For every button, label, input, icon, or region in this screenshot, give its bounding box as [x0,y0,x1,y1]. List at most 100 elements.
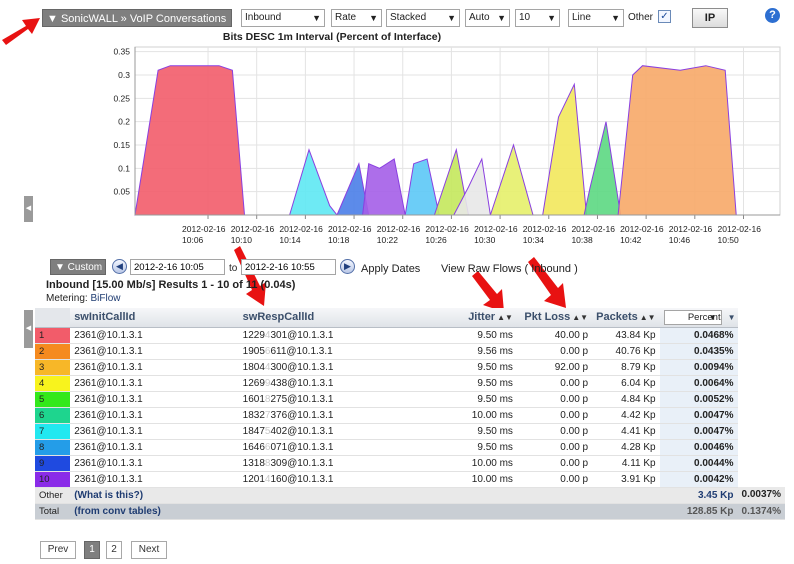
percent-cell: 0.0044% [659,455,738,472]
percent-select[interactable]: Percent ▼ [663,309,722,325]
apply-dates-link[interactable]: Apply Dates [361,263,420,275]
table-row[interactable]: 9 2361@10.1.3.1 13188309@10.1.3.1 10.00 ms 0… [35,455,785,472]
resp-call-id-suffix: 611@10.1.3.1 [270,345,333,357]
jitter-label: Jitter [468,311,496,324]
metering-label: Metering: [46,293,88,304]
packets-cell: 40.76 Kp [592,343,660,360]
what-is-this-link[interactable]: (What is this?) [70,487,593,504]
resp-call-id-cell[interactable]: 16466071@10.1.3.1 [238,439,446,456]
rank-cell: 4 [35,375,71,392]
page-button-1[interactable]: 1 [84,541,100,559]
x-tick-date: 2012-02-16 [571,224,615,234]
percent-cell: 0.0094% [659,359,738,376]
column-header-pkt-loss[interactable]: Pkt Loss ▲▼ [516,308,593,328]
column-header-init[interactable]: swInitCallId [70,308,239,328]
table-row[interactable]: 5 2361@10.1.3.1 16018275@10.1.3.1 9.50 ms 0.… [35,391,785,408]
pkt-loss-cell: 0.00 p [516,439,593,456]
page-button-2[interactable]: 2 [106,541,122,559]
column-header-jitter[interactable]: Jitter ▲▼ [445,308,517,328]
percent-cell: 0.0047% [659,423,738,440]
resp-call-id-cell[interactable]: 13188309@10.1.3.1 [238,455,446,472]
packets-cell: 3.91 Kp [592,471,660,488]
resp-call-id-prefix: 1847 [242,425,265,437]
table-row[interactable]: 3 2361@10.1.3.1 18044300@10.1.3.1 9.50 ms 92… [35,359,785,376]
init-call-id-cell[interactable]: 2361@10.1.3.1 [70,359,239,376]
resp-call-id-cell[interactable]: 12294301@10.1.3.1 [238,327,446,344]
x-tick-date: 2012-02-16 [620,224,664,234]
init-call-id-cell[interactable]: 2361@10.1.3.1 [70,407,239,424]
x-tick-time: 10:30 [474,235,496,245]
jitter-cell: 9.50 ms [445,359,517,376]
jitter-cell: 9.50 ms [445,423,517,440]
pkt-loss-cell: 0.00 p [516,455,593,472]
to-label: to [229,263,238,274]
packets-cell: 43.84 Kp [592,327,660,344]
view-raw-flows-link[interactable]: View Raw Flows ( Inbound ) [441,263,578,275]
resp-call-id-cell[interactable]: 16018275@10.1.3.1 [238,391,446,408]
resp-call-id-cell[interactable]: 12014160@10.1.3.1 [238,471,446,488]
chevron-left-icon: ◀ [25,205,32,212]
table-row[interactable]: 2 2361@10.1.3.1 19056611@10.1.3.1 9.56 ms 0.… [35,343,785,360]
jitter-cell: 10.00 ms [445,471,517,488]
percent-cell: 0.0435% [659,343,738,360]
start-date-input[interactable] [130,259,225,275]
chevron-right-icon: ▶ [344,261,351,271]
chevron-down-icon: ▼ [708,312,717,322]
sort-icon: ▲▼ [497,313,513,323]
resp-call-id-cell[interactable]: 19056611@10.1.3.1 [238,343,446,360]
resp-call-id-cell[interactable]: 18475402@10.1.3.1 [238,423,446,440]
x-tick-date: 2012-02-16 [328,224,372,234]
time-range-menu[interactable]: ▼ Custom [50,259,106,275]
sidebar-toggle[interactable]: ◀ [24,310,33,348]
packets-cell: 4.41 Kp [592,423,660,440]
column-header-resp[interactable]: swRespCallId [238,308,446,328]
x-tick-time: 10:14 [279,235,301,245]
x-tick-date: 2012-02-16 [279,224,323,234]
table-row[interactable]: 6 2361@10.1.3.1 18327376@10.1.3.1 10.00 ms 0… [35,407,785,424]
init-call-id-cell[interactable]: 2361@10.1.3.1 [70,327,239,344]
table-row[interactable]: 7 2361@10.1.3.1 18475402@10.1.3.1 9.50 ms 0.… [35,423,785,440]
resp-call-id-prefix: 1905 [242,345,265,357]
resp-call-id-suffix: 301@10.1.3.1 [270,329,334,341]
resp-call-id-cell[interactable]: 12699438@10.1.3.1 [238,375,446,392]
packets-label: Packets [596,311,638,324]
end-date-input[interactable] [241,259,336,275]
results-summary: Inbound [15.00 Mb/s] Results 1 - 10 of 1… [46,279,296,291]
column-header-packets[interactable]: Packets ▲▼ [592,308,660,328]
x-tick-time: 10:34 [523,235,545,245]
packets-cell: 4.11 Kp [592,455,660,472]
init-call-id-cell[interactable]: 2361@10.1.3.1 [70,471,239,488]
sidebar-toggle[interactable]: ◀ [24,196,33,222]
prev-page-button[interactable]: Prev [40,541,76,559]
x-tick-date: 2012-02-16 [182,224,226,234]
resp-call-id-suffix: 275@10.1.3.1 [270,393,334,405]
chevron-down-icon[interactable]: ▼ [728,313,736,322]
x-tick-time: 10:18 [328,235,350,245]
jitter-cell: 10.00 ms [445,407,517,424]
rank-cell: 7 [35,423,71,440]
resp-call-id-prefix: 1832 [242,409,265,421]
table-row[interactable]: 8 2361@10.1.3.1 16466071@10.1.3.1 9.50 ms 0.… [35,439,785,456]
init-call-id-cell[interactable]: 2361@10.1.3.1 [70,391,239,408]
next-page-button[interactable]: Next [131,541,167,559]
init-call-id-cell[interactable]: 2361@10.1.3.1 [70,343,239,360]
table-row[interactable]: 4 2361@10.1.3.1 12699438@10.1.3.1 9.50 ms 0.… [35,375,785,392]
y-tick-label: 0.25 [113,93,130,103]
metering-link[interactable]: BiFlow [90,293,120,304]
x-tick-date: 2012-02-16 [523,224,567,234]
init-call-id-cell[interactable]: 2361@10.1.3.1 [70,423,239,440]
pkt-loss-cell: 0.00 p [516,391,593,408]
column-header-percent: Percent ▼ ▼ [659,308,738,328]
percent-cell: 0.0042% [659,471,738,488]
init-call-id-cell[interactable]: 2361@10.1.3.1 [70,439,239,456]
resp-call-id-cell[interactable]: 18044300@10.1.3.1 [238,359,446,376]
table-row[interactable]: 1 2361@10.1.3.1 12294301@10.1.3.1 9.50 ms 40… [35,327,785,344]
resp-call-id-cell[interactable]: 18327376@10.1.3.1 [238,407,446,424]
table-row[interactable]: 10 2361@10.1.3.1 12014160@10.1.3.1 10.00 ms… [35,471,785,488]
prev-range-button[interactable]: ◀ [112,259,127,274]
init-call-id-cell[interactable]: 2361@10.1.3.1 [70,375,239,392]
table-header-row: swInitCallId swRespCallId Jitter ▲▼ Pkt L… [35,308,785,328]
next-range-button[interactable]: ▶ [340,259,355,274]
resp-call-id-suffix: 071@10.1.3.1 [270,441,334,453]
init-call-id-cell[interactable]: 2361@10.1.3.1 [70,455,239,472]
